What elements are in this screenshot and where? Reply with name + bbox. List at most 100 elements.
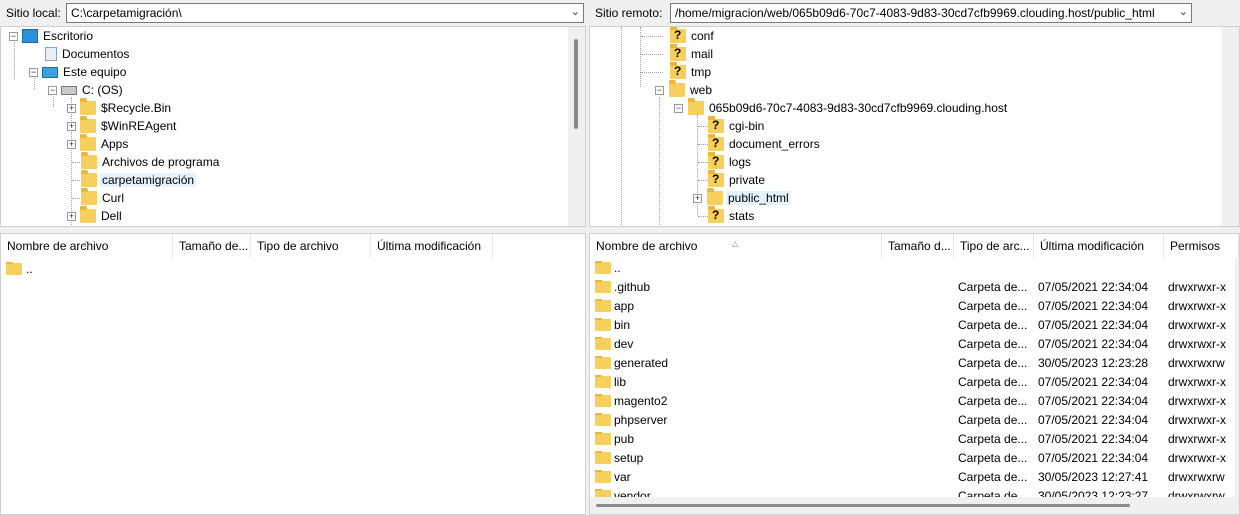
tree-item-archivos-de-programa[interactable]: Archivos de programa xyxy=(81,152,219,171)
remote-list-scrollbar[interactable] xyxy=(1235,258,1239,498)
column-header-type[interactable]: Tipo de arc... xyxy=(954,234,1034,258)
file-name: pub xyxy=(614,431,635,446)
remote-site-label: Sitio remoto: xyxy=(595,6,663,20)
folder-icon xyxy=(81,188,97,205)
file-type-cell: Carpeta de... xyxy=(958,279,1028,294)
expand-icon[interactable]: + xyxy=(67,139,76,149)
unknown-folder-icon xyxy=(708,170,724,187)
tree-item-conf[interactable]: conf xyxy=(670,27,714,45)
file-permissions-cell: drwxrwxr-x xyxy=(1168,336,1226,351)
tree-item-carpetamigracion[interactable]: carpetamigración xyxy=(81,170,197,189)
collapse-icon[interactable]: − xyxy=(9,31,18,41)
expand-icon[interactable]: + xyxy=(693,193,702,203)
tree-item-web[interactable]: − web xyxy=(655,80,713,99)
scrollbar-thumb[interactable] xyxy=(596,504,1130,507)
folder-icon xyxy=(80,134,96,151)
tree-item-winreagent[interactable]: + $WinREAgent xyxy=(67,116,176,135)
file-permissions-cell: drwxrwxr-x xyxy=(1168,393,1226,408)
unknown-folder-icon xyxy=(708,134,724,151)
file-type-cell: Carpeta de... xyxy=(958,298,1028,313)
column-header-size[interactable]: Tamaño d... xyxy=(882,234,954,258)
chevron-down-icon[interactable]: ⌄ xyxy=(1179,5,1188,18)
tree-item-documentos[interactable]: Documentos xyxy=(45,45,129,63)
table-row[interactable]: bin Carpeta de... 07/05/2021 22:34:04 drwxr… xyxy=(590,315,1239,334)
tree-item-mail[interactable]: mail xyxy=(670,44,713,63)
column-header-permissions[interactable]: Permisos xyxy=(1164,234,1239,258)
tree-item-label: document_errors xyxy=(729,137,820,151)
tree-guide xyxy=(14,39,15,79)
tree-item-private[interactable]: private xyxy=(708,170,765,189)
tree-item-public-html[interactable]: + public_html xyxy=(693,188,791,207)
table-row[interactable]: pub Carpeta de... 07/05/2021 22:34:04 drwxr… xyxy=(590,429,1239,448)
unknown-folder-icon xyxy=(708,152,724,169)
tree-item-recycle-bin[interactable]: + $Recycle.Bin xyxy=(67,98,171,117)
column-header-filename[interactable]: △ Nombre de archivo xyxy=(1,234,173,258)
folder-icon xyxy=(595,298,611,312)
chevron-down-icon[interactable]: ⌄ xyxy=(571,5,580,18)
expand-icon[interactable]: + xyxy=(67,103,76,113)
file-name: setup xyxy=(614,450,644,465)
column-header-modified[interactable]: Última modificación xyxy=(371,234,493,258)
file-type-cell: Carpeta de... xyxy=(958,355,1028,370)
table-row[interactable]: app Carpeta de... 07/05/2021 22:34:04 drwxr… xyxy=(590,296,1239,315)
table-row[interactable]: magento2 Carpeta de... 07/05/2021 22:34:04… xyxy=(590,391,1239,410)
file-name-cell: var xyxy=(590,469,882,484)
tree-item-curl[interactable]: Curl xyxy=(81,188,124,207)
remote-file-list[interactable]: △ Nombre de archivo Tamaño d... Tipo de … xyxy=(589,233,1240,515)
table-row[interactable]: .. xyxy=(590,258,1239,277)
tree-item-clouding-host[interactable]: − 065b09d6-70c7-4083-9d83-30cd7cfb9969.c… xyxy=(674,98,1007,117)
column-header-modified[interactable]: Última modificación xyxy=(1034,234,1164,258)
folder-icon xyxy=(669,80,685,97)
remote-tree-pane[interactable]: conf mail tmp − web − 065b09d6-70c7-4083… xyxy=(589,26,1240,227)
column-header-size[interactable]: Tamaño de... xyxy=(173,234,251,258)
table-row[interactable]: setup Carpeta de... 07/05/2021 22:34:04 drw… xyxy=(590,448,1239,467)
expand-icon[interactable]: + xyxy=(67,211,76,221)
remote-tree-scrollbar[interactable] xyxy=(1222,27,1239,226)
local-tree-scrollbar[interactable] xyxy=(568,27,585,226)
tree-item-apps[interactable]: + Apps xyxy=(67,134,128,153)
tree-item-stats[interactable]: stats xyxy=(708,206,755,225)
table-row[interactable]: lib Carpeta de... 07/05/2021 22:34:04 drwxr… xyxy=(590,372,1239,391)
remote-list-hscrollbar[interactable] xyxy=(590,497,1239,514)
table-row[interactable]: dev Carpeta de... 07/05/2021 22:34:04 drwxr… xyxy=(590,334,1239,353)
file-name: dev xyxy=(614,336,634,351)
table-row[interactable]: .. xyxy=(1,259,171,278)
tree-item-label: C: (OS) xyxy=(82,83,123,97)
column-header-filename[interactable]: △ Nombre de archivo xyxy=(590,234,882,258)
collapse-icon[interactable]: − xyxy=(655,85,664,95)
file-type-cell: Carpeta de... xyxy=(958,336,1028,351)
folder-icon xyxy=(595,374,611,388)
collapse-icon[interactable]: − xyxy=(29,67,38,77)
collapse-icon[interactable]: − xyxy=(674,103,683,113)
local-tree-pane[interactable]: − Escritorio Documentos − Este equipo − … xyxy=(0,26,586,227)
collapse-icon[interactable]: − xyxy=(48,85,57,95)
folder-icon xyxy=(6,261,22,275)
tree-item-label: web xyxy=(690,83,713,97)
file-name-cell: lib xyxy=(590,374,882,389)
table-row[interactable]: phpserver Carpeta de... 07/05/2021 22:34:0… xyxy=(590,410,1239,429)
column-header-type[interactable]: Tipo de archivo xyxy=(251,234,371,258)
tree-item-cgi-bin[interactable]: cgi-bin xyxy=(708,116,764,135)
tree-item-este-equipo[interactable]: − Este equipo xyxy=(29,63,126,81)
file-permissions-cell: drwxrwxr-x xyxy=(1168,450,1226,465)
tree-item-dell[interactable]: + Dell xyxy=(67,206,122,225)
tree-item-document-errors[interactable]: document_errors xyxy=(708,134,820,153)
tree-item-tmp[interactable]: tmp xyxy=(670,62,711,81)
table-row[interactable]: .github Carpeta de... 07/05/2021 22:34:04 d… xyxy=(590,277,1239,296)
table-row[interactable]: var Carpeta de... 30/05/2023 12:27:41 drwxr… xyxy=(590,467,1239,486)
remote-path-combo[interactable]: /home/migracion/web/065b09d6-70c7-4083-9… xyxy=(670,3,1192,23)
local-file-list[interactable]: △ Nombre de archivo Tamaño de... Tipo de… xyxy=(0,233,586,515)
tree-item-label: stats xyxy=(729,209,755,223)
expand-icon[interactable]: + xyxy=(67,121,76,131)
local-path-combo[interactable]: C:\carpetamigración\ ⌄ xyxy=(66,3,584,23)
tree-item-logs[interactable]: logs xyxy=(708,152,751,171)
file-name: generated xyxy=(614,355,669,370)
file-modified-cell: 07/05/2021 22:34:04 xyxy=(1038,279,1149,294)
tree-item-c-os[interactable]: − C: (OS) xyxy=(48,81,123,99)
scrollbar-thumb[interactable] xyxy=(574,39,578,129)
tree-item-escritorio[interactable]: − Escritorio xyxy=(9,27,93,45)
folder-icon xyxy=(81,152,97,169)
table-row[interactable]: generated Carpeta de... 30/05/2023 12:23:2… xyxy=(590,353,1239,372)
file-name-cell: magento2 xyxy=(590,393,882,408)
file-modified-cell: 07/05/2021 22:34:04 xyxy=(1038,450,1149,465)
